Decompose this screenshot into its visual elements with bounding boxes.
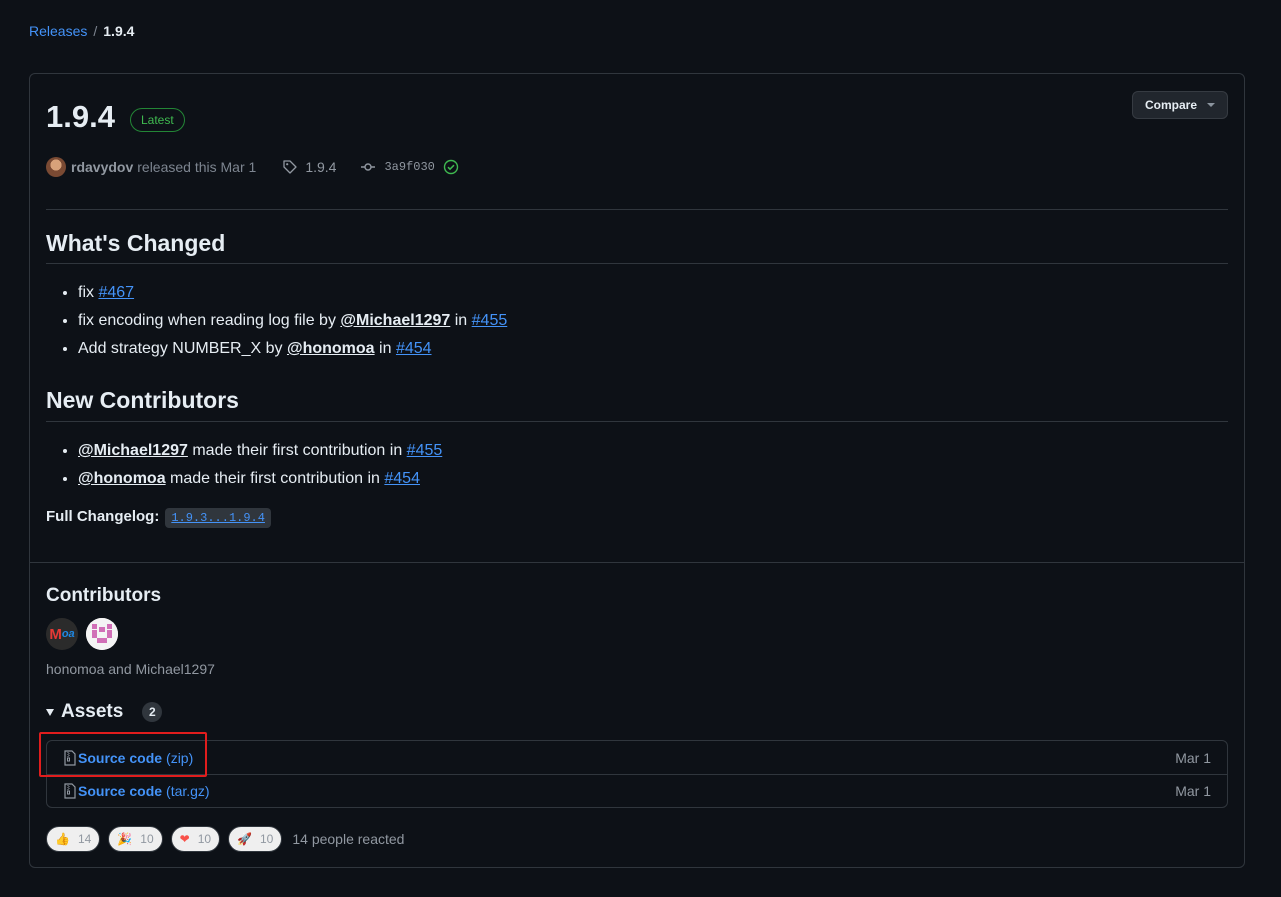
divider xyxy=(46,209,1228,210)
party-popper-icon: 🎉 xyxy=(117,832,133,846)
user-mention-link[interactable]: @Michael1297 xyxy=(78,442,188,459)
list-item-text: in xyxy=(454,312,468,329)
list-item: @Michael1297 made their first contributi… xyxy=(78,437,442,465)
list-item-text: made their first contribution in xyxy=(170,470,380,487)
check-circle-icon xyxy=(443,159,459,175)
file-zip-icon xyxy=(64,783,76,799)
release-version-title: 1.9.4 xyxy=(46,99,115,134)
file-zip-icon xyxy=(64,749,76,766)
changelog-link[interactable]: 1.9.3...1.9.4 xyxy=(165,508,271,528)
divider xyxy=(46,263,1228,264)
assets-heading: Assets xyxy=(61,701,124,722)
triangle-down-icon xyxy=(46,708,54,716)
reaction-count: 10 xyxy=(140,832,154,846)
user-mention-link[interactable]: @honomoa xyxy=(287,340,375,357)
changelog-range: 1.9.3...1.9.4 xyxy=(165,508,271,528)
list-item-text: fix xyxy=(78,284,94,301)
list-item-text: Add strategy NUMBER_X by xyxy=(78,340,283,357)
tag-label: 1.9.4 xyxy=(305,159,337,175)
pr-link[interactable]: #454 xyxy=(396,340,432,357)
divider xyxy=(46,421,1228,422)
pr-link[interactable]: #455 xyxy=(472,312,508,329)
list-item: fix encoding when reading log file by @M… xyxy=(78,307,507,335)
asset-name: Source code xyxy=(78,783,163,799)
asset-date: Mar 1 xyxy=(1175,749,1211,766)
commit-sha: 3a9f030 xyxy=(384,160,435,174)
released-text: released this Mar 1 xyxy=(137,159,257,175)
commit-link[interactable]: 3a9f030 xyxy=(360,159,459,175)
thumbs-up-icon: 👍 xyxy=(55,832,70,846)
reaction-rocket-button[interactable]: 🚀 10 xyxy=(228,826,283,852)
breadcrumb-separator: / xyxy=(93,23,98,39)
reaction-thumbs-up-button[interactable]: 👍 14 xyxy=(46,826,101,852)
contributor-avatars: Moa xyxy=(46,618,118,650)
assets-count-badge: 2 xyxy=(142,702,163,722)
reaction-count: 10 xyxy=(260,832,274,846)
list-item-text: made their first contribution in xyxy=(192,442,403,459)
avatar[interactable]: Moa xyxy=(46,618,78,650)
pr-link[interactable]: #455 xyxy=(407,442,443,459)
breadcrumb-current: 1.9.4 xyxy=(103,23,135,39)
latest-badge: Latest xyxy=(130,108,185,132)
asset-download-link[interactable]: Source code (zip) xyxy=(78,750,193,766)
asset-date: Mar 1 xyxy=(1175,783,1211,799)
list-item-text: fix encoding when reading log file by xyxy=(78,312,336,329)
user-mention-link[interactable]: @honomoa xyxy=(78,470,166,487)
contributor-names: honomoa and Michael1297 xyxy=(46,661,215,677)
asset-row: Source code (zip) Mar 1 xyxy=(47,741,1227,774)
tag-link[interactable]: 1.9.4 xyxy=(282,159,336,175)
breadcrumb-releases-link[interactable]: Releases xyxy=(29,23,87,39)
identicon-icon xyxy=(86,618,118,650)
heart-icon: ❤ xyxy=(179,832,190,846)
asset-ext: (tar.gz) xyxy=(166,783,210,799)
release-card: 1.9.4 Latest Compare rdavydov released t… xyxy=(29,73,1245,868)
reaction-hooray-button[interactable]: 🎉 10 xyxy=(108,826,163,852)
whats-changed-heading: What's Changed xyxy=(46,230,226,256)
changelog-label: Full Changelog: xyxy=(46,508,160,525)
asset-name: Source code xyxy=(78,749,163,766)
user-mention-link[interactable]: @Michael1297 xyxy=(340,312,450,329)
list-item-text: in xyxy=(379,340,392,357)
chevron-down-icon xyxy=(1207,103,1215,107)
release-meta: rdavydov released this Mar 1 1.9.4 3a9f0… xyxy=(46,157,459,177)
contributors-heading: Contributors xyxy=(46,585,162,606)
list-item: Add strategy NUMBER_X by @honomoa in #45… xyxy=(78,335,507,363)
commit-icon xyxy=(361,163,376,171)
pr-link[interactable]: #454 xyxy=(384,470,420,487)
reaction-count: 14 xyxy=(77,832,92,846)
pr-link[interactable]: #467 xyxy=(98,284,134,301)
reaction-count: 10 xyxy=(197,832,212,846)
assets-toggle[interactable]: Assets 2 xyxy=(46,701,163,723)
full-changelog: Full Changelog: 1.9.3...1.9.4 xyxy=(46,508,271,528)
breadcrumb: Releases / 1.9.4 xyxy=(29,23,134,39)
reactions-summary: 14 people reacted xyxy=(292,831,405,847)
rocket-icon: 🚀 xyxy=(237,832,252,846)
compare-label: Compare xyxy=(1144,98,1197,112)
asset-download-link[interactable]: Source code (tar.gz) xyxy=(78,783,210,799)
author-link[interactable]: rdavydov xyxy=(71,159,133,175)
assets-list: Source code (zip) Mar 1 Source code (tar.g… xyxy=(46,740,1228,808)
tag-icon xyxy=(283,160,297,174)
author-avatar[interactable] xyxy=(46,157,66,177)
whats-changed-list: fix #467 fix encoding when reading log f… xyxy=(78,279,507,363)
list-item: fix #467 xyxy=(78,279,507,307)
section-divider xyxy=(30,562,1244,563)
compare-button[interactable]: Compare xyxy=(1132,91,1228,119)
list-item: @honomoa made their first contribution i… xyxy=(78,465,442,493)
reactions-bar: 👍 14 🎉 10 ❤ 10 🚀 10 14 people reacted xyxy=(46,826,404,852)
reaction-heart-button[interactable]: ❤ 10 xyxy=(170,826,221,852)
new-contributors-heading: New Contributors xyxy=(46,387,239,413)
asset-row: Source code (tar.gz) Mar 1 xyxy=(47,774,1227,807)
asset-ext: (zip) xyxy=(166,749,194,766)
avatar[interactable] xyxy=(86,618,118,650)
new-contributors-list: @Michael1297 made their first contributi… xyxy=(78,437,442,493)
